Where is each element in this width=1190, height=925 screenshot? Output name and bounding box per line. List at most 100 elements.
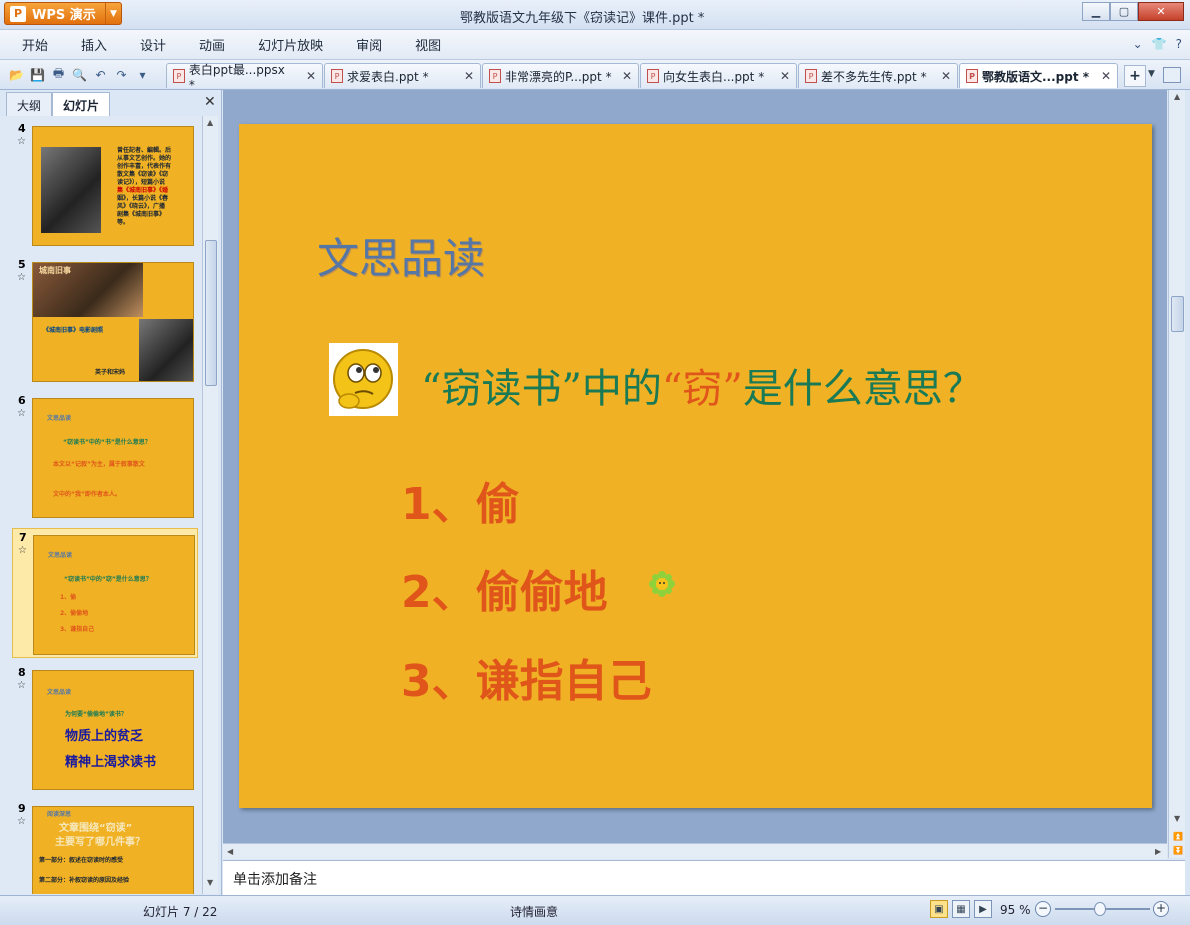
slide-sorter-view-icon[interactable]: ▦ — [952, 900, 970, 918]
close-icon[interactable]: ✕ — [780, 69, 790, 83]
answer-item-2[interactable]: 2、偷偷地 — [401, 556, 608, 620]
thumbnail-scrollbar[interactable]: ▲ ▼ — [202, 116, 218, 894]
open-icon[interactable]: 📂 — [8, 66, 25, 83]
save-icon[interactable]: 💾 — [29, 66, 46, 83]
close-icon[interactable]: ✕ — [306, 69, 316, 83]
notes-placeholder: 单击添加备注 — [233, 872, 317, 888]
minimize-button[interactable]: ▁ — [1082, 2, 1110, 21]
slide-thumbnail-8[interactable]: 8 ☆ 文思品读 为何要“偷偷地”读书？ 物质上的贫乏 精神上渴求读书 — [12, 664, 198, 794]
chevron-down-icon[interactable]: ⌄ — [1133, 37, 1143, 51]
doc-tab[interactable]: P 求爱表白.ppt * ✕ — [324, 63, 481, 88]
editor-horizontal-scrollbar[interactable]: ◀ ▶ — [223, 843, 1167, 859]
scroll-left-icon[interactable]: ◀ — [227, 847, 233, 856]
theme-name: 诗情画意 — [510, 905, 559, 919]
slide-thumbnail-7[interactable]: 7 ☆ 文思品读 “窃读书”中的“窃”是什么意思？ 1、偷 2、偷偷地 3、谦指… — [12, 528, 198, 658]
animation-star-icon: ☆ — [18, 545, 27, 556]
window-title: 鄂教版语文九年级下《窃读记》课件.ppt * — [460, 11, 705, 26]
slide-thumbnails: 4 ☆ 曾任記者、編輯。后 从事文艺创作。她的 创作丰富，代表作有 散文集《窃读… — [0, 116, 202, 894]
menu-view[interactable]: 视图 — [415, 35, 441, 54]
print-preview-icon[interactable]: 🔍 — [71, 66, 88, 83]
author-photo — [41, 147, 101, 233]
scroll-up-icon[interactable]: ▲ — [207, 118, 213, 127]
ppt-file-icon: P — [173, 69, 185, 83]
menu-insert[interactable]: 插入 — [81, 35, 107, 54]
scrollbar-thumb[interactable] — [205, 240, 217, 386]
editor-vertical-scrollbar[interactable]: ▲ ▼ ⏫ ⏬ — [1168, 90, 1185, 858]
animation-star-icon: ☆ — [17, 136, 26, 147]
toolbar: 📂 💾 🖶 🔍 ↶ ↷ ▾ P 表白ppt最...ppsx * ✕ P 求爱表白… — [0, 60, 1190, 92]
tab-slides[interactable]: 幻灯片 — [52, 92, 111, 118]
menu-design[interactable]: 设计 — [140, 35, 166, 54]
slide-thumbnail-9[interactable]: 9 ☆ 阅读深思 文章围绕“窃读” 主要写了哪几件事？ 第一部分：叙述在窃读时的… — [12, 800, 198, 894]
close-icon[interactable]: ✕ — [464, 69, 474, 83]
undo-icon[interactable]: ↶ — [92, 66, 109, 83]
previous-slide-icon[interactable]: ⏫ — [1173, 832, 1183, 841]
normal-view-icon[interactable]: ▣ — [930, 900, 948, 918]
animation-star-icon: ☆ — [17, 272, 26, 283]
print-icon[interactable]: 🖶 — [50, 66, 67, 83]
slide-thumbnail-4[interactable]: 4 ☆ 曾任記者、編輯。后 从事文艺创作。她的 创作丰富，代表作有 散文集《窃读… — [12, 120, 198, 250]
zoom-in-icon[interactable]: + — [1153, 901, 1169, 917]
doc-tab[interactable]: P 非常漂亮的P...ppt * ✕ — [482, 63, 639, 88]
notes-pane[interactable]: 单击添加备注 — [223, 860, 1185, 895]
customize-icon[interactable]: ▾ — [134, 66, 151, 83]
slide-thumbnail-5[interactable]: 5 ☆ 城南旧事 《城南旧事》电影剧照 英子和宋妈 — [12, 256, 198, 386]
scroll-up-icon[interactable]: ▲ — [1174, 92, 1180, 101]
tab-list-button[interactable] — [1163, 67, 1181, 83]
scroll-down-icon[interactable]: ▼ — [207, 878, 213, 887]
scroll-down-icon[interactable]: ▼ — [1174, 814, 1180, 823]
movie-still-photo — [139, 319, 193, 381]
title-bar: P WPS 演示 ▼ 鄂教版语文九年级下《窃读记》课件.ppt * ▁ ▢ ✕ — [0, 0, 1190, 30]
next-slide-icon[interactable]: ⏬ — [1173, 846, 1183, 855]
doc-tab-active[interactable]: P 鄂教版语文...ppt * ✕ — [959, 63, 1118, 88]
thinking-face-icon[interactable] — [329, 343, 398, 416]
menu-animation[interactable]: 动画 — [199, 35, 225, 54]
current-slide[interactable]: 文思品读 “窃读书”中的“窃”是什么意思？ 1、偷 2、偷偷地 3、谦指自己 — [239, 124, 1152, 808]
close-icon[interactable]: ✕ — [622, 69, 632, 83]
document-tabs: P 表白ppt最...ppsx * ✕ P 求爱表白.ppt * ✕ P 非常漂… — [166, 63, 1119, 92]
scroll-right-icon[interactable]: ▶ — [1155, 847, 1161, 856]
menu-home[interactable]: 开始 — [22, 35, 48, 54]
slideshow-view-icon[interactable]: ▶ — [974, 900, 992, 918]
doc-tab[interactable]: P 表白ppt最...ppsx * ✕ — [166, 63, 323, 92]
tab-outline[interactable]: 大纲 — [6, 92, 53, 118]
app-name: WPS 演示 — [32, 8, 96, 23]
doc-tab[interactable]: P 向女生表白...ppt * ✕ — [640, 63, 797, 88]
wps-logo-icon: P — [10, 5, 26, 22]
zoom-slider-handle[interactable] — [1094, 902, 1106, 916]
menu-slideshow[interactable]: 幻灯片放映 — [258, 35, 323, 54]
slide-indicator: 幻灯片 7 / 22 — [143, 905, 218, 919]
slide-thumbnail-6[interactable]: 6 ☆ 文思品读 “窃读书”中的“书”是什么意思？ 本文以“记叙”为主，属于叙事… — [12, 392, 198, 522]
answer-item-1[interactable]: 1、偷 — [401, 468, 520, 532]
animation-star-icon: ☆ — [17, 408, 26, 419]
chevron-down-icon[interactable]: ▼ — [1148, 69, 1155, 79]
animation-star-icon: ☆ — [17, 816, 26, 827]
zoom-out-icon[interactable]: − — [1035, 901, 1051, 917]
app-menu-button[interactable]: P WPS 演示 ▼ — [4, 2, 122, 25]
new-tab-button[interactable]: + — [1124, 65, 1146, 87]
menu-bar: 开始 插入 设计 动画 幻灯片放映 审阅 视图 ⌄ 👕 ? — [0, 30, 1190, 60]
close-icon[interactable]: ✕ — [204, 94, 216, 110]
ppt-file-icon: P — [331, 69, 343, 83]
help-icon[interactable]: ? — [1176, 37, 1182, 51]
close-icon[interactable]: ✕ — [1101, 69, 1111, 83]
close-icon[interactable]: ✕ — [941, 69, 951, 83]
slide-editor: 文思品读 “窃读书”中的“窃”是什么意思？ 1、偷 2、偷偷地 3、谦指自己 — [223, 90, 1167, 843]
scrollbar-thumb[interactable] — [1171, 296, 1184, 332]
redo-icon[interactable]: ↷ — [113, 66, 130, 83]
slide-question[interactable]: “窃读书”中的“窃”是什么意思？ — [421, 356, 983, 414]
skin-icon[interactable]: 👕 — [1152, 37, 1167, 51]
menu-review[interactable]: 审阅 — [356, 35, 382, 54]
slide-title[interactable]: 文思品读 — [317, 225, 485, 286]
doc-tab[interactable]: P 差不多先生传.ppt * ✕ — [798, 63, 958, 88]
answer-item-3[interactable]: 3、谦指自己 — [401, 645, 652, 709]
close-window-button[interactable]: ✕ — [1138, 2, 1184, 21]
ppt-file-icon: P — [489, 69, 501, 83]
animation-star-icon: ☆ — [17, 680, 26, 691]
ppt-file-icon: P — [647, 69, 659, 83]
flower-icon — [649, 571, 675, 597]
slides-panel: 大纲 幻灯片 ✕ 4 ☆ 曾任記者、編輯。后 从事文艺创作。她的 创作丰富，代表… — [0, 90, 222, 895]
maximize-button[interactable]: ▢ — [1110, 2, 1138, 21]
chevron-down-icon[interactable]: ▼ — [105, 3, 121, 24]
ppt-file-icon: P — [805, 69, 817, 83]
